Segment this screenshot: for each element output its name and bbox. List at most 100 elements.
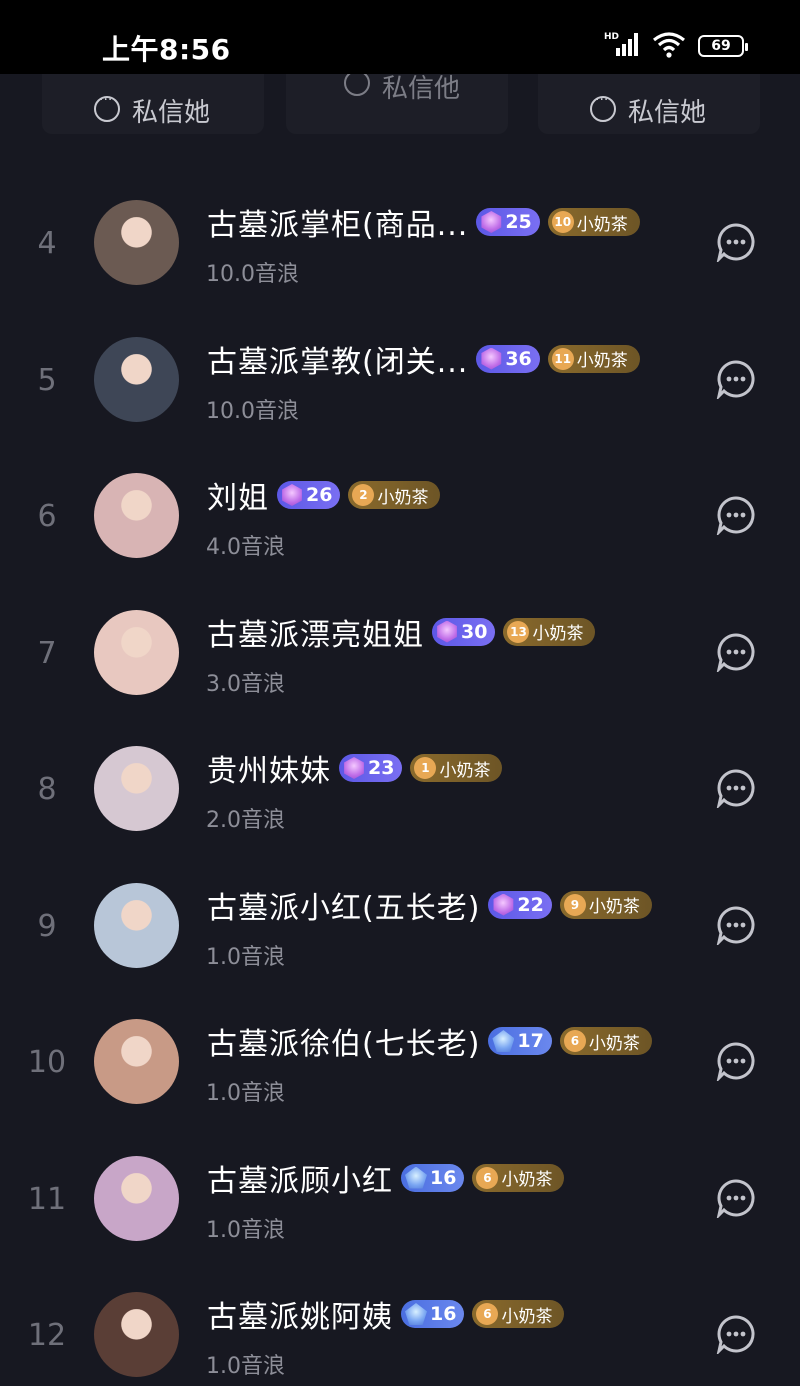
level-badge: 17 <box>488 1027 552 1055</box>
fan-club-badge: 10 小奶茶 <box>547 208 640 236</box>
level-value: 22 <box>517 893 544 916</box>
avatar[interactable] <box>94 609 179 695</box>
name-line: 古墓派小红(五长老) 22 9 小奶茶 <box>207 883 652 927</box>
fan-club-badge: 6 小奶茶 <box>559 1027 652 1055</box>
list-item[interactable]: 10 古墓派徐伯(七长老) 17 6 小奶茶 1.0音浪 <box>0 993 800 1130</box>
dm-button-2[interactable]: 私信他 <box>286 66 508 134</box>
pentagon-gem-icon <box>492 1030 515 1052</box>
score-text: 1.0音浪 <box>206 1217 285 1243</box>
user-name[interactable]: 古墓派漂亮姐姐 <box>207 610 424 654</box>
level-value: 30 <box>461 620 488 643</box>
dm-button-1[interactable]: 私信她 <box>42 74 264 134</box>
fan-club-label: 小奶茶 <box>532 624 584 644</box>
message-icon[interactable] <box>716 359 756 399</box>
heart-icon: 6 <box>476 1166 499 1189</box>
level-value: 16 <box>430 1166 457 1189</box>
user-name[interactable]: 贵州妹妹 <box>207 746 331 790</box>
rank-number: 6 <box>37 499 57 534</box>
message-icon[interactable] <box>716 1314 756 1354</box>
avatar[interactable] <box>94 1155 179 1241</box>
heart-icon: 6 <box>476 1303 499 1325</box>
signal-icon: HD <box>604 32 638 56</box>
fan-club-badge: 13 小奶茶 <box>503 617 596 646</box>
score-text: 4.0音浪 <box>206 535 285 560</box>
message-icon[interactable] <box>716 495 756 535</box>
fan-club-badge: 11 小奶茶 <box>547 344 640 373</box>
rank-number: 10 <box>27 1045 67 1080</box>
dm-label: 私信她 <box>132 98 211 128</box>
user-name[interactable]: 古墓派徐伯(七长老) <box>207 1019 480 1063</box>
avatar[interactable] <box>94 746 179 831</box>
top-dm-strip: 私信她 私信他 私信她 <box>0 66 800 144</box>
list-item[interactable]: 6 刘姐 26 2 小奶茶 4.0音浪 <box>0 447 800 584</box>
fan-club-badge: 9 小奶茶 <box>559 890 652 919</box>
level-value: 16 <box>430 1303 457 1325</box>
hexagon-gem-icon <box>481 211 502 233</box>
user-name[interactable]: 古墓派顾小红 <box>207 1156 393 1200</box>
heart-icon: 10 <box>551 211 574 233</box>
fan-club-badge: 6 小奶茶 <box>472 1300 565 1328</box>
user-name[interactable]: 古墓派掌柜(商品... <box>207 200 468 244</box>
heart-icon: 9 <box>563 893 586 916</box>
score-text: 3.0音浪 <box>206 671 285 697</box>
heart-icon: 2 <box>352 484 375 506</box>
hexagon-gem-icon <box>493 893 514 916</box>
message-icon[interactable] <box>716 632 756 672</box>
rank-number: 5 <box>37 362 57 398</box>
avatar[interactable] <box>94 473 179 558</box>
user-name[interactable]: 古墓派掌教(闭关... <box>207 337 468 381</box>
list-item[interactable]: 9 古墓派小红(五长老) 22 9 小奶茶 1.0音浪 <box>0 857 800 994</box>
network-type-label: HD <box>604 32 619 42</box>
rank-number: 11 <box>27 1181 67 1217</box>
user-name[interactable]: 刘姐 <box>207 473 269 517</box>
hexagon-gem-icon <box>344 757 364 779</box>
list-item[interactable]: 5 古墓派掌教(闭关... 36 11 小奶茶 10.0音浪 <box>0 311 800 448</box>
avatar[interactable] <box>94 1019 179 1104</box>
fan-club-label: 小奶茶 <box>588 897 640 917</box>
score-text: 1.0音浪 <box>206 1081 285 1106</box>
avatar[interactable] <box>94 200 179 285</box>
list-item[interactable]: 8 贵州妹妹 23 1 小奶茶 2.0音浪 <box>0 720 800 857</box>
hexagon-gem-icon <box>437 620 457 643</box>
message-icon[interactable] <box>716 905 756 945</box>
heart-icon: 1 <box>414 757 437 779</box>
level-badge: 23 <box>339 754 403 782</box>
fan-club-label: 小奶茶 <box>576 214 628 235</box>
name-line: 古墓派漂亮姐姐 30 13 小奶茶 <box>207 610 596 654</box>
list-item[interactable]: 12 古墓派姚阿姨 16 6 小奶茶 1.0音浪 <box>0 1266 800 1386</box>
level-badge: 36 <box>476 344 540 373</box>
hexagon-gem-icon <box>481 347 502 370</box>
wifi-icon <box>653 32 685 58</box>
user-name[interactable]: 古墓派小红(五长老) <box>207 883 480 927</box>
fan-club-label: 小奶茶 <box>439 760 491 781</box>
rank-number: 8 <box>37 772 57 807</box>
list-item[interactable]: 4 古墓派掌柜(商品... 25 10 小奶茶 10.0音浪 <box>0 174 800 311</box>
battery-indicator: 69 <box>698 35 748 57</box>
fan-club-label: 小奶茶 <box>576 351 628 371</box>
level-value: 17 <box>517 1030 544 1052</box>
list-item[interactable]: 11 古墓派顾小红 16 6 小奶茶 1.0音浪 <box>0 1130 800 1267</box>
rank-number: 12 <box>27 1318 67 1353</box>
avatar[interactable] <box>94 1292 179 1377</box>
fan-club-badge: 1 小奶茶 <box>410 754 503 782</box>
rank-number: 9 <box>37 908 57 944</box>
heart-icon: 6 <box>563 1030 586 1052</box>
level-value: 25 <box>505 211 532 233</box>
message-icon[interactable] <box>716 768 756 808</box>
rank-number: 4 <box>37 226 57 261</box>
chat-bubble-icon <box>590 92 616 122</box>
heart-icon: 11 <box>551 347 574 370</box>
name-line: 古墓派顾小红 16 6 小奶茶 <box>207 1156 565 1200</box>
user-name[interactable]: 古墓派姚阿姨 <box>207 1292 393 1336</box>
fan-club-label: 小奶茶 <box>377 487 429 508</box>
score-text: 1.0音浪 <box>206 1354 285 1379</box>
score-text: 1.0音浪 <box>206 944 285 970</box>
avatar[interactable] <box>94 882 179 968</box>
dm-button-3[interactable]: 私信她 <box>538 74 760 134</box>
list-item[interactable]: 7 古墓派漂亮姐姐 30 13 小奶茶 3.0音浪 <box>0 584 800 721</box>
message-icon[interactable] <box>716 1178 756 1218</box>
avatar[interactable] <box>94 336 179 422</box>
message-icon[interactable] <box>716 222 756 262</box>
message-icon[interactable] <box>716 1041 756 1081</box>
name-line: 古墓派掌柜(商品... 25 10 小奶茶 <box>207 200 640 244</box>
